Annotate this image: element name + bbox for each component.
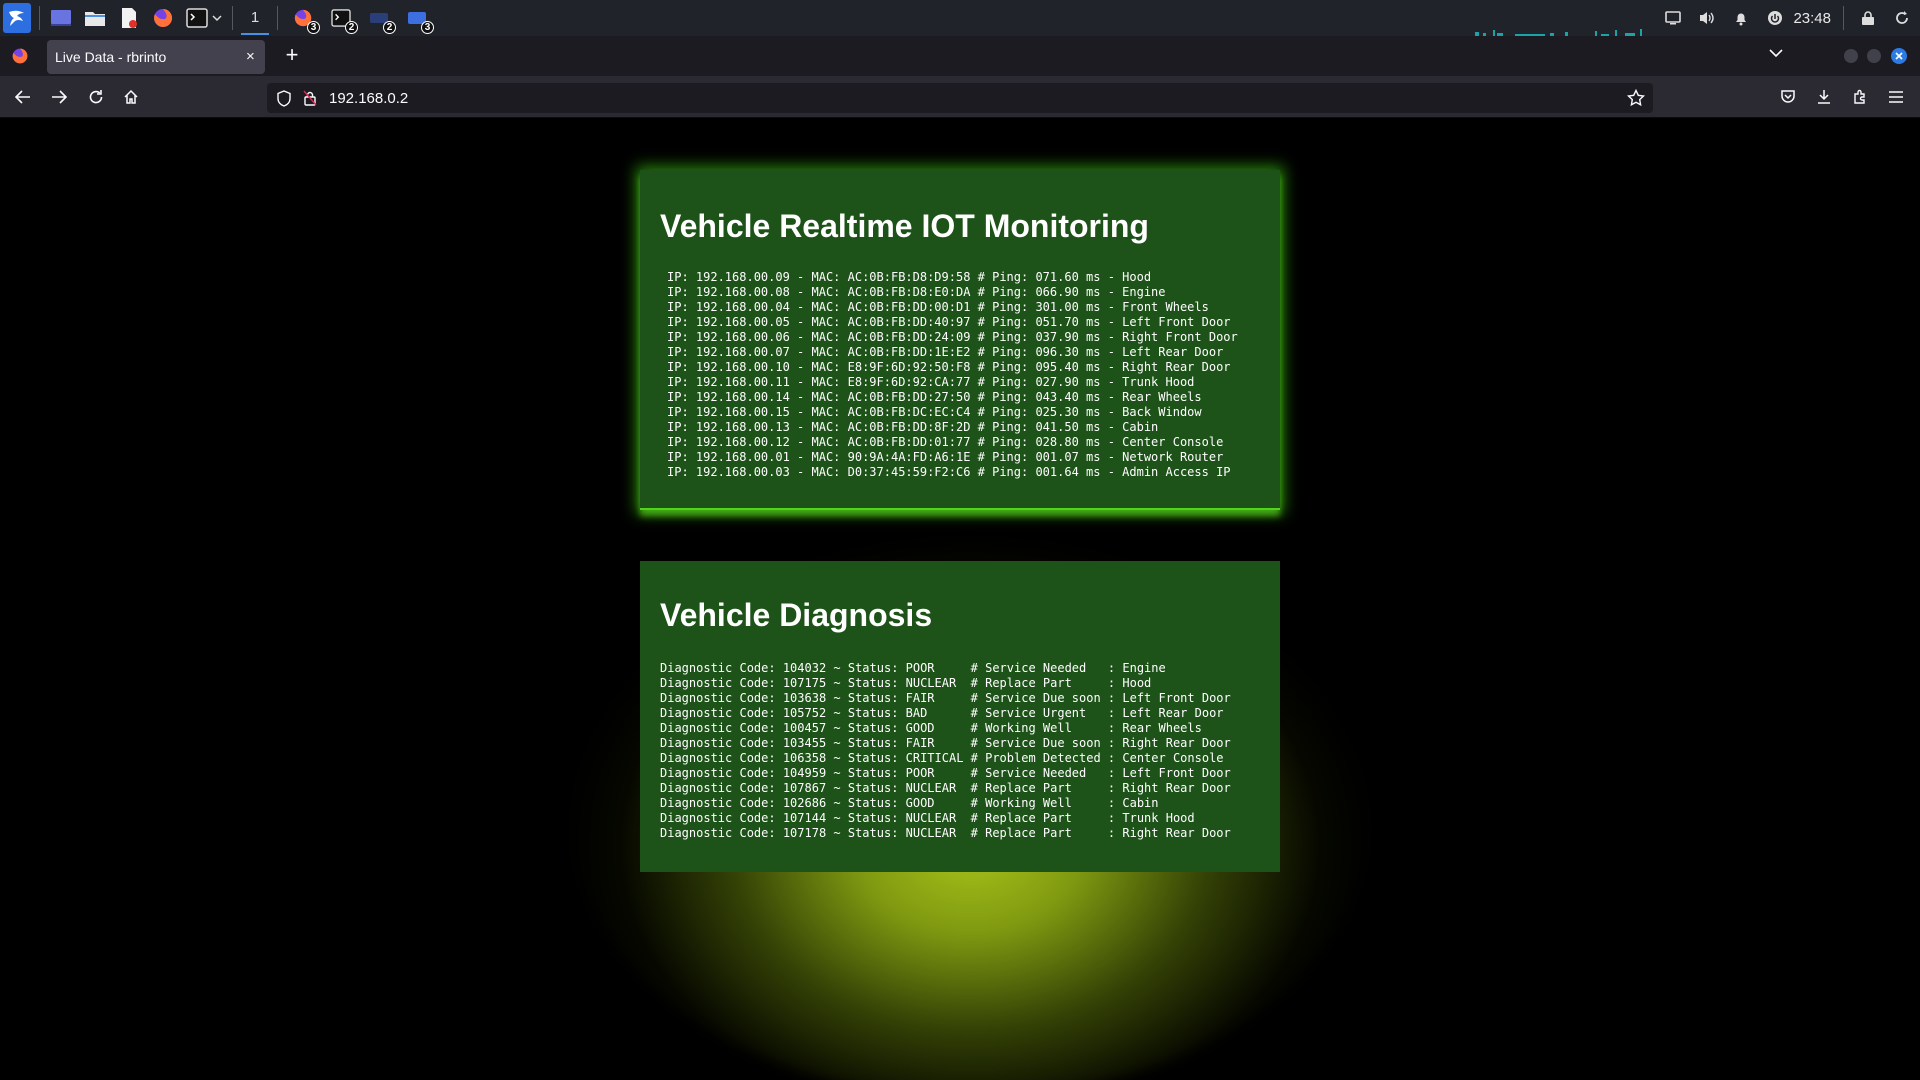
diagnosis-row: Diagnostic Code: 103455 ~ Status: FAIR #…: [660, 736, 1231, 750]
iot-device-row: IP: 192.168.00.06 - MAC: AC:0B:FB:DD:24:…: [667, 330, 1238, 344]
pocket-icon[interactable]: [1778, 87, 1798, 107]
lock-icon[interactable]: [303, 90, 317, 106]
taskbar-app-window[interactable]: 2: [366, 6, 396, 34]
maximize-button[interactable]: [1867, 49, 1881, 63]
new-tab-button[interactable]: +: [280, 42, 304, 68]
close-window-button[interactable]: [1891, 48, 1907, 64]
diagnosis-row: Diagnostic Code: 100457 ~ Status: GOOD #…: [660, 721, 1202, 735]
iot-device-row: IP: 192.168.00.05 - MAC: AC:0B:FB:DD:40:…: [667, 315, 1231, 329]
diagnosis-row: Diagnostic Code: 106358 ~ Status: CRITIC…: [660, 751, 1224, 765]
text-editor-icon[interactable]: [116, 6, 142, 30]
browser-tab-strip: Live Data - rbrinto × +: [0, 36, 1920, 76]
taskbar-separator: [277, 6, 278, 30]
diagnosis-row: Diagnostic Code: 105752 ~ Status: BAD # …: [660, 706, 1224, 720]
menu-icon[interactable]: [1886, 87, 1906, 107]
diagnosis-row: Diagnostic Code: 107178 ~ Status: NUCLEA…: [660, 826, 1231, 840]
reload-icon[interactable]: [86, 87, 106, 107]
firefox-icon[interactable]: [150, 6, 176, 30]
iot-device-row: IP: 192.168.00.12 - MAC: AC:0B:FB:DD:01:…: [667, 435, 1224, 449]
shield-icon[interactable]: [276, 90, 292, 107]
iot-panel-title: Vehicle Realtime IOT Monitoring: [660, 208, 1149, 244]
browser-nav-bar: 192.168.0.2: [0, 76, 1920, 118]
star-icon[interactable]: [1627, 89, 1645, 107]
diagnosis-row: Diagnostic Code: 103638 ~ Status: FAIR #…: [660, 691, 1231, 705]
diagnosis-row: Diagnostic Code: 104032 ~ Status: POOR #…: [660, 661, 1166, 675]
tab-live-data[interactable]: Live Data - rbrinto ×: [47, 40, 265, 74]
iot-device-row: IP: 192.168.00.03 - MAC: D0:37:45:59:F2:…: [667, 465, 1231, 479]
tab-list-chevron-icon[interactable]: [1768, 46, 1788, 66]
window-count-badge: 3: [421, 21, 434, 34]
network-activity-graph: [1475, 29, 1642, 36]
iot-device-row: IP: 192.168.00.07 - MAC: AC:0B:FB:DD:1E:…: [667, 345, 1224, 359]
workspace-indicator[interactable]: 1: [241, 1, 269, 35]
home-icon[interactable]: [121, 87, 141, 107]
iot-device-row: IP: 192.168.00.01 - MAC: 90:9A:4A:FD:A6:…: [667, 450, 1224, 464]
volume-icon[interactable]: [1695, 6, 1719, 30]
iot-device-row: IP: 192.168.00.08 - MAC: AC:0B:FB:D8:E0:…: [667, 285, 1166, 299]
taskbar-terminal-window[interactable]: 2: [328, 6, 358, 34]
diagnosis-row: Diagnostic Code: 104959 ~ Status: POOR #…: [660, 766, 1231, 780]
tab-title: Live Data - rbrinto: [55, 49, 167, 65]
file-manager-icon[interactable]: [82, 6, 108, 30]
iot-device-row: IP: 192.168.00.13 - MAC: AC:0B:FB:DD:8F:…: [667, 420, 1159, 434]
clock[interactable]: 23:48: [1793, 10, 1831, 27]
firefox-icon: [12, 48, 28, 64]
bell-icon[interactable]: [1729, 6, 1753, 30]
tray-separator: [1843, 6, 1844, 30]
taskbar-separator: [232, 6, 233, 30]
kali-dragon-icon[interactable]: [3, 3, 31, 33]
display-icon[interactable]: [1661, 6, 1685, 30]
window-count-badge: 3: [307, 21, 320, 34]
diagnosis-row: Diagnostic Code: 107867 ~ Status: NUCLEA…: [660, 781, 1231, 795]
chevron-down-icon[interactable]: [210, 6, 224, 30]
refresh-icon[interactable]: [1890, 6, 1914, 30]
taskbar-separator: [39, 6, 40, 30]
window-count-badge: 2: [345, 21, 358, 34]
iot-device-row: IP: 192.168.00.15 - MAC: AC:0B:FB:DC:EC:…: [667, 405, 1202, 419]
iot-device-row: IP: 192.168.00.04 - MAC: AC:0B:FB:DD:00:…: [667, 300, 1209, 314]
url-bar[interactable]: 192.168.0.2: [267, 83, 1653, 113]
forward-arrow-icon[interactable]: [49, 87, 69, 107]
desktop-icon[interactable]: [48, 6, 74, 30]
diagnosis-row: Diagnostic Code: 102686 ~ Status: GOOD #…: [660, 796, 1159, 810]
download-icon[interactable]: [1814, 87, 1834, 107]
iot-device-list: IP: 192.168.00.09 - MAC: AC:0B:FB:D8:D9:…: [667, 270, 1238, 480]
extensions-icon[interactable]: [1850, 87, 1870, 107]
minimize-button[interactable]: [1844, 49, 1858, 63]
iot-device-row: IP: 192.168.00.10 - MAC: E8:9F:6D:92:50:…: [667, 360, 1231, 374]
taskbar-firefox-window[interactable]: 3: [290, 6, 320, 34]
system-taskbar: 1 3 2 2 3 23:48: [0, 0, 1920, 36]
diagnosis-panel-title: Vehicle Diagnosis: [660, 597, 933, 633]
close-icon: [1895, 52, 1903, 60]
iot-device-row: IP: 192.168.00.14 - MAC: AC:0B:FB:DD:27:…: [667, 390, 1202, 404]
taskbar-app-window[interactable]: 3: [404, 6, 434, 34]
power-icon[interactable]: [1763, 6, 1787, 30]
diagnosis-row: Diagnostic Code: 107144 ~ Status: NUCLEA…: [660, 811, 1195, 825]
back-arrow-icon[interactable]: [13, 87, 33, 107]
diagnosis-panel: Vehicle Diagnosis Diagnostic Code: 10403…: [640, 561, 1280, 872]
window-count-badge: 2: [383, 21, 396, 34]
lock-icon[interactable]: [1856, 6, 1880, 30]
iot-device-row: IP: 192.168.00.09 - MAC: AC:0B:FB:D8:D9:…: [667, 270, 1152, 284]
iot-device-row: IP: 192.168.00.11 - MAC: E8:9F:6D:92:CA:…: [667, 375, 1195, 389]
terminal-icon[interactable]: [184, 6, 210, 30]
diagnosis-code-list: Diagnostic Code: 104032 ~ Status: POOR #…: [660, 661, 1231, 841]
page-content: Vehicle Realtime IOT Monitoring IP: 192.…: [0, 118, 1920, 1080]
diagnosis-row: Diagnostic Code: 107175 ~ Status: NUCLEA…: [660, 676, 1152, 690]
iot-monitoring-panel: Vehicle Realtime IOT Monitoring IP: 192.…: [640, 170, 1280, 510]
tab-close-button[interactable]: ×: [246, 48, 255, 65]
url-text[interactable]: 192.168.0.2: [329, 90, 408, 107]
